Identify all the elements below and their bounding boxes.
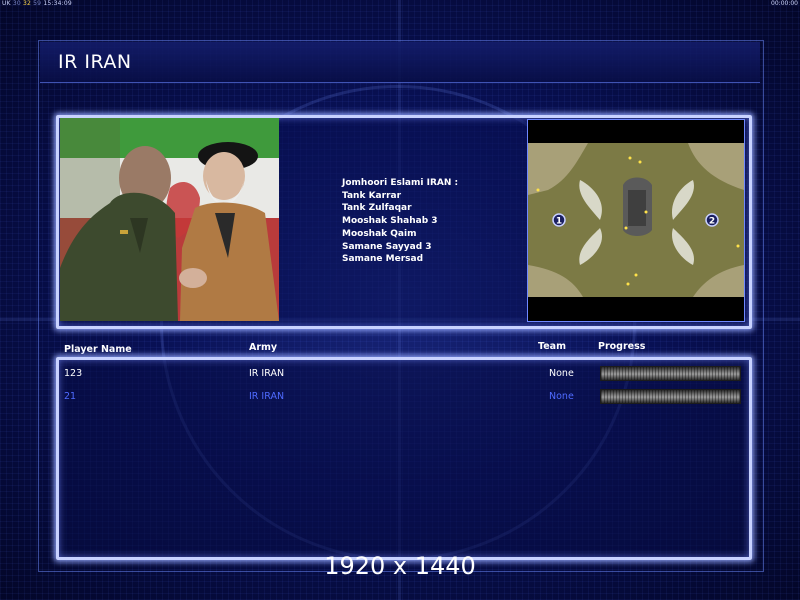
page-title: IR IRAN	[58, 51, 132, 73]
status-value-2: 32	[23, 0, 32, 7]
loading-progress-bar	[600, 366, 741, 381]
start-position-label: 1	[556, 217, 562, 227]
status-value-1: 30	[12, 0, 21, 7]
status-label: UK	[2, 0, 11, 7]
resolution-label: 1920 x 1440	[324, 552, 476, 580]
status-clock: 15:34:09	[43, 0, 72, 7]
unit-item: Mooshak Shahab 3	[342, 216, 438, 227]
minimap-terrain: 1 2	[528, 120, 744, 321]
unit-item: Tank Karrar	[342, 190, 402, 201]
column-header-team: Team	[538, 341, 566, 352]
faction-image	[60, 118, 279, 321]
column-header-army: Army	[249, 342, 278, 353]
column-header-progress: Progress	[598, 341, 646, 352]
start-position-marker: 2	[705, 213, 719, 227]
player-team: None	[549, 368, 574, 379]
loading-progress-bar	[600, 389, 741, 404]
status-left: UK 30 32 59 15:34:09	[2, 0, 72, 7]
unit-item: Mooshak Qaim	[342, 228, 417, 239]
army-heading: Jomhoori Eslami IRAN :	[342, 178, 459, 188]
column-header-player-name: Player Name	[64, 344, 132, 355]
title-bar	[40, 42, 760, 83]
player-army: IR IRAN	[249, 391, 285, 402]
army-unit-list: Jomhoori Eslami IRAN : Tank Karrar Tank …	[342, 177, 458, 266]
status-timer: 00:00:00	[771, 0, 798, 7]
unit-item: Samane Sayyad 3	[342, 241, 432, 252]
player-name: 21	[64, 391, 77, 402]
status-bar: UK 30 32 59 15:34:09 00:00:00	[0, 0, 800, 8]
unit-item: Tank Zulfaqar	[342, 203, 412, 214]
minimap: 1 2	[527, 119, 745, 322]
faction-photo-illustration	[60, 118, 279, 321]
player-army: IR IRAN	[249, 368, 285, 379]
unit-item: Samane Mersad	[342, 254, 424, 265]
player-team: None	[549, 391, 574, 402]
start-position-marker: 1	[552, 213, 566, 227]
player-name: 123	[64, 368, 83, 379]
player-list-panel	[56, 357, 752, 560]
status-value-3: 59	[33, 0, 42, 7]
start-position-label: 2	[709, 217, 715, 227]
